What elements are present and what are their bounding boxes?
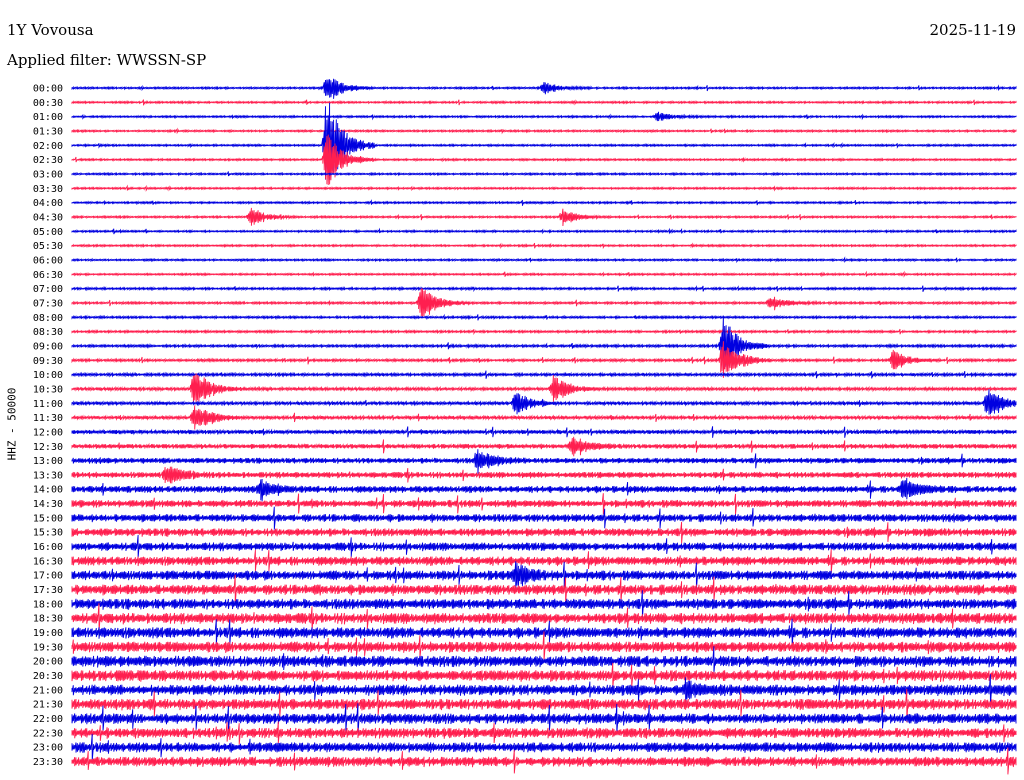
trace-line (71, 171, 1017, 177)
row-time-label: 10:30 (33, 384, 63, 395)
row-time-label: 22:00 (33, 714, 63, 725)
trace-line (71, 242, 1017, 250)
row-time-label: 14:00 (33, 485, 63, 496)
trace-line (71, 449, 1017, 474)
row-time-label: 19:30 (33, 642, 63, 653)
row-time-label: 09:00 (33, 341, 63, 352)
row-time-label: 03:00 (33, 169, 63, 180)
trace-group (71, 78, 1017, 775)
row-time-label: 11:00 (33, 399, 63, 410)
row-time-label: 12:30 (33, 442, 63, 453)
trace-line (71, 405, 1017, 430)
trace-line (71, 373, 1017, 404)
row-time-label: 04:30 (33, 212, 63, 223)
row-time-label: 19:00 (33, 628, 63, 639)
row-time-label: 13:30 (33, 470, 63, 481)
row-time-label: 08:30 (33, 327, 63, 338)
row-time-label: 18:00 (33, 599, 63, 610)
row-time-label: 20:30 (33, 671, 63, 682)
row-time-label: 05:30 (33, 241, 63, 252)
row-time-label: 05:00 (33, 227, 63, 238)
trace-line (71, 313, 1017, 321)
trace-line (71, 631, 1017, 662)
row-time-label: 07:30 (33, 298, 63, 309)
row-time-label: 08:00 (33, 313, 63, 324)
row-time-label: 16:00 (33, 542, 63, 553)
row-time-label: 00:00 (33, 84, 63, 95)
trace-line (71, 493, 1017, 515)
trace-line (71, 207, 1017, 227)
row-time-label: 17:00 (33, 571, 63, 582)
row-time-label: 23:30 (33, 757, 63, 768)
row-time-label: 03:30 (33, 184, 63, 195)
trace-line (71, 102, 1017, 180)
helicorder-plot: 00:00 00:30 01:00 01:30 02:00 02:30 03:00 03:30… (33, 78, 1017, 775)
trace-line (71, 127, 1017, 135)
trace-line (71, 549, 1017, 574)
trace-line (71, 199, 1017, 206)
trace-line (71, 721, 1017, 745)
trace-line (71, 315, 1017, 371)
trace-line (71, 328, 1017, 336)
row-time-label: 01:30 (33, 126, 63, 137)
trace-line (71, 134, 1017, 186)
trace-line (71, 184, 1017, 192)
trace-line (71, 477, 1017, 502)
trace-line (71, 111, 1017, 122)
trace-line (71, 426, 1017, 438)
trace-line (71, 78, 1017, 99)
row-time-label: 22:30 (33, 728, 63, 739)
row-time-label: 02:00 (33, 141, 63, 152)
trace-line (71, 256, 1017, 264)
row-label-group: 00:00 00:30 01:00 01:30 02:00 02:30 03:00 03:30… (33, 84, 63, 769)
row-time-label: 07:00 (33, 284, 63, 295)
row-time-label: 11:30 (33, 413, 63, 424)
row-time-label: 13:00 (33, 456, 63, 467)
row-time-label: 15:00 (33, 513, 63, 524)
trace-line (71, 506, 1017, 530)
row-time-label: 15:30 (33, 528, 63, 539)
row-time-label: 10:00 (33, 370, 63, 381)
row-time-label: 04:00 (33, 198, 63, 209)
trace-line (71, 436, 1017, 457)
trace-line (71, 534, 1017, 558)
trace-line (71, 521, 1017, 544)
row-time-label: 23:00 (33, 743, 63, 754)
trace-line (71, 747, 1017, 775)
row-time-label: 06:30 (33, 270, 63, 281)
row-time-label: 17:30 (33, 585, 63, 596)
row-time-label: 18:30 (33, 614, 63, 625)
trace-line (71, 662, 1017, 689)
row-time-label: 01:00 (33, 112, 63, 123)
row-time-label: 02:30 (33, 155, 63, 166)
row-time-label: 09:30 (33, 356, 63, 367)
trace-line (71, 288, 1017, 319)
row-time-label: 14:30 (33, 499, 63, 510)
row-time-label: 00:30 (33, 98, 63, 109)
row-time-label: 06:00 (33, 255, 63, 266)
row-time-label: 16:30 (33, 556, 63, 567)
trace-line (71, 370, 1017, 379)
trace-line (71, 466, 1017, 484)
trace-line (71, 99, 1017, 106)
trace-line (71, 733, 1017, 762)
trace-line (71, 270, 1017, 278)
row-time-label: 21:30 (33, 700, 63, 711)
row-time-label: 21:00 (33, 685, 63, 696)
trace-line (71, 285, 1017, 293)
row-time-label: 20:00 (33, 657, 63, 668)
row-time-label: 12:00 (33, 427, 63, 438)
trace-line (71, 227, 1017, 235)
